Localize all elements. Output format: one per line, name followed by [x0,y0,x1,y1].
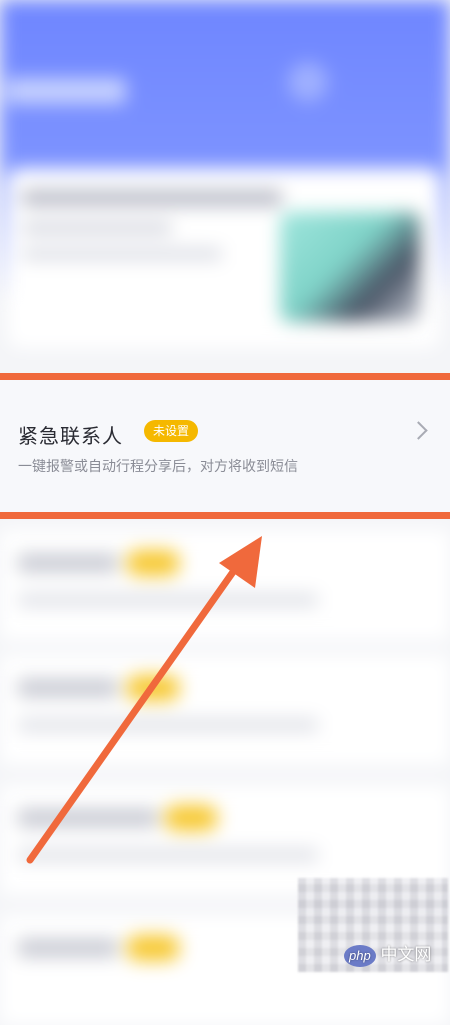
list-item-desc-placeholder [18,849,318,861]
list-item-title-placeholder [18,809,158,827]
list-item-title-placeholder [18,939,118,957]
annotation-line-bottom [0,512,450,519]
list-item-badge-placeholder [126,550,180,576]
site-watermark: php 中文网 [344,940,431,970]
list-item [0,655,450,765]
header-icon [288,62,328,102]
list-item-badge-placeholder [164,805,218,831]
card-illustration [280,212,420,322]
list-item-desc-placeholder [18,594,318,606]
emergency-contact-title: 紧急联系人 [18,424,123,448]
card-title-placeholder [22,190,282,206]
watermark-site-text: 中文网 [380,945,432,964]
chevron-right-icon [409,421,428,440]
list-item-badge-placeholder [126,675,180,701]
emergency-contact-item[interactable]: 紧急联系人 未设置 一键报警或自动行程分享后，对方将收到短信 [0,380,450,514]
card-subtitle-placeholder [22,222,172,234]
list-item-badge-placeholder [126,935,180,961]
watermark-php-logo: php [344,945,376,967]
list-item-title-placeholder [18,679,118,697]
info-card [8,168,440,348]
annotation-line-top [0,373,450,380]
header-title-placeholder [6,78,126,104]
list-item-desc-placeholder [18,719,318,731]
card-text-placeholder [22,248,222,260]
status-badge: 未设置 [144,420,199,442]
list-item-title-placeholder [18,554,118,572]
list-item [0,530,450,640]
emergency-contact-description: 一键报警或自动行程分享后，对方将收到短信 [18,459,298,475]
